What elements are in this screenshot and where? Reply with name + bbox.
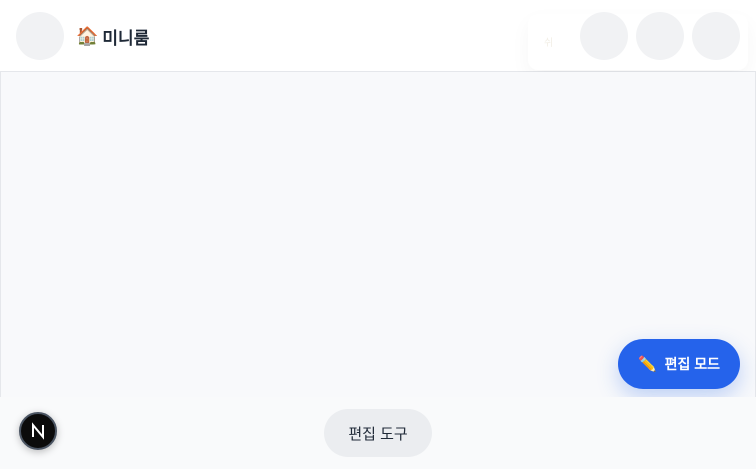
- pencil-icon: ✏️: [637, 356, 657, 373]
- house-icon: 🏠: [76, 25, 99, 47]
- faded-label: 쉬: [544, 38, 554, 49]
- avatar[interactable]: [16, 12, 64, 60]
- edit-tools-button[interactable]: 편집 도구: [324, 409, 432, 457]
- app-title-text: 미니룸: [102, 28, 150, 49]
- edit-mode-button[interactable]: ✏️ 편집 모드: [618, 339, 740, 389]
- header-action-button-2[interactable]: [636, 12, 684, 60]
- top-header: 🏠 미니룸 쉬: [0, 0, 756, 72]
- edit-mode-label: 편집 모드: [664, 356, 721, 372]
- n-logo-button[interactable]: [19, 412, 57, 450]
- app-title: 🏠 미니룸: [76, 22, 149, 50]
- header-action-button-1[interactable]: [580, 12, 628, 60]
- bottom-toolbar: 편집 도구: [0, 397, 756, 469]
- header-action-button-3[interactable]: [692, 12, 740, 60]
- n-logo-icon: [32, 422, 44, 440]
